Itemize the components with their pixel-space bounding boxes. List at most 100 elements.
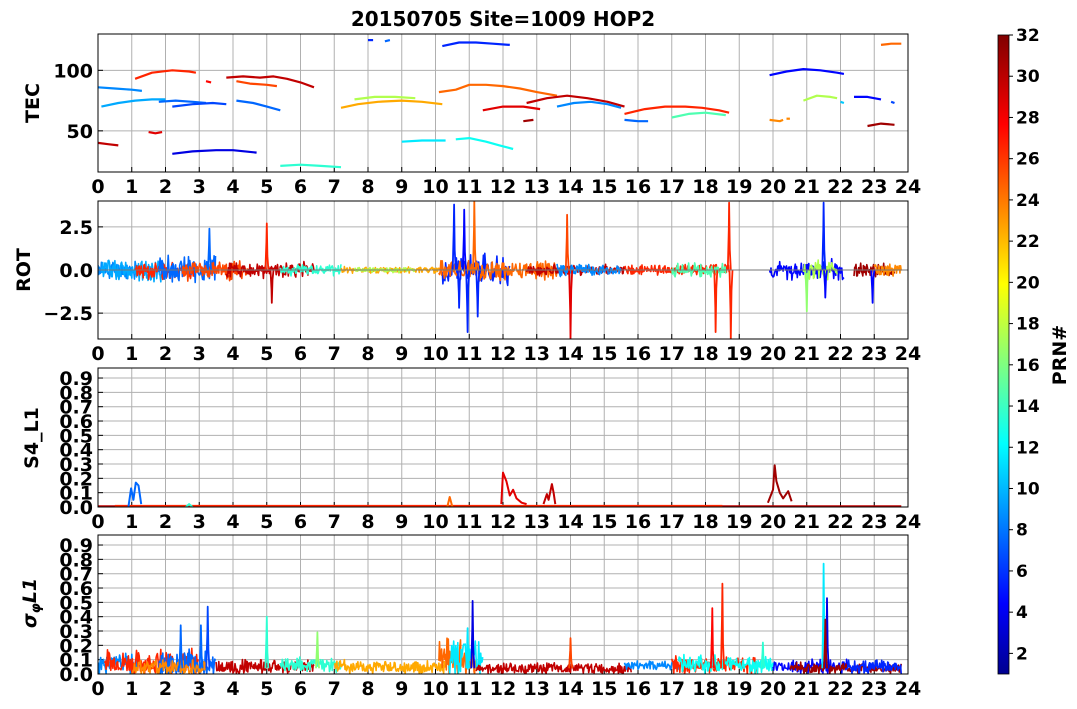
x-tick-label: 13 (524, 176, 550, 198)
colorbar-gradient (997, 34, 1010, 675)
x-tick-label: 6 (294, 176, 307, 198)
prn-colorbar: 2468101214161820222426283032 PRN# (997, 26, 1071, 675)
x-tick-label: 8 (361, 678, 374, 700)
colorbar-tick-label: 24 (1016, 191, 1040, 211)
x-tick-label: 20 (760, 511, 786, 533)
x-tick-label: 0 (91, 343, 104, 365)
x-tick-label: 19 (726, 343, 752, 365)
x-tick-label: 23 (861, 678, 887, 700)
x-tick-label: 14 (557, 343, 583, 365)
colorbar-label: PRN# (1049, 325, 1071, 385)
x-tick-label: 21 (794, 343, 820, 365)
y-tick-label: 0.9 (59, 368, 93, 390)
x-tick-label: 3 (193, 678, 206, 700)
x-tick-label: 19 (726, 176, 752, 198)
x-tick-label: 0 (91, 678, 104, 700)
colorbar-tick-label: 16 (1016, 356, 1040, 376)
x-tick-label: 8 (361, 343, 374, 365)
x-tick-label: 24 (895, 176, 921, 198)
y-tick-label: 0.9 (59, 535, 93, 557)
x-tick-label: 24 (895, 343, 921, 365)
x-tick-label: 12 (490, 678, 516, 700)
x-tick-label: 19 (726, 678, 752, 700)
x-tick-label: 4 (226, 343, 239, 365)
x-tick-label: 7 (328, 176, 341, 198)
x-tick-label: 4 (226, 511, 239, 533)
x-tick-label: 15 (591, 176, 617, 198)
x-tick-label: 2 (159, 511, 172, 533)
x-tick-label: 12 (490, 511, 516, 533)
x-tick-label: 2 (159, 678, 172, 700)
x-tick-label: 3 (193, 511, 206, 533)
prn-7-line (890, 100, 895, 105)
y-axis-label: TEC (22, 83, 44, 123)
x-tick-label: 16 (625, 511, 651, 533)
x-tick-label: 15 (591, 511, 617, 533)
x-tick-label: 11 (456, 343, 482, 365)
prn-12-line (401, 139, 446, 143)
x-tick-label: 23 (861, 511, 887, 533)
colorbar-tick-label: 6 (1016, 562, 1028, 582)
x-tick-label: 13 (524, 343, 550, 365)
x-tick-label: 5 (260, 343, 273, 365)
chart-title: 20150705 Site=1009 HOP2 (351, 7, 655, 31)
colorbar-tick-label: 32 (1016, 26, 1040, 46)
colorbar-tick-label: 8 (1016, 521, 1028, 541)
colorbar-tick-label: 30 (1016, 67, 1040, 87)
y-axis-label: ROT (13, 248, 35, 292)
colorbar-tick-label: 28 (1016, 108, 1040, 128)
x-tick-label: 2 (159, 176, 172, 198)
x-tick-label: 11 (456, 678, 482, 700)
x-tick-label: 22 (827, 511, 853, 533)
x-tick-label: 12 (490, 343, 516, 365)
prn-24-line (769, 118, 784, 123)
x-tick-label: 18 (692, 678, 718, 700)
prn-31-line (523, 118, 534, 123)
x-tick-label: 9 (395, 511, 408, 533)
colorbar-tick-label: 10 (1016, 479, 1040, 499)
x-tick-label: 5 (260, 678, 273, 700)
y-tick-label: 0.0 (59, 260, 93, 282)
colorbar-tick-label: 20 (1016, 273, 1040, 293)
colorbar-tick-label: 26 (1016, 150, 1040, 170)
x-tick-label: 17 (659, 678, 685, 700)
x-tick-label: 2 (159, 343, 172, 365)
x-tick-label: 5 (260, 511, 273, 533)
x-tick-label: 3 (193, 176, 206, 198)
x-tick-label: 22 (827, 678, 853, 700)
prn-25-line (880, 42, 902, 46)
prn-29-line (148, 131, 163, 135)
x-tick-label: 3 (193, 343, 206, 365)
colorbar-tick-label: 12 (1016, 438, 1040, 458)
x-tick-label: 24 (895, 511, 921, 533)
x-tick-label: 7 (328, 678, 341, 700)
colorbar-tick-label: 2 (1016, 644, 1028, 664)
x-tick-label: 11 (456, 176, 482, 198)
y-axis-label: S4_L1 (21, 407, 43, 469)
x-tick-label: 22 (827, 176, 853, 198)
x-tick-label: 24 (895, 678, 921, 700)
x-tick-label: 10 (422, 176, 448, 198)
x-tick-label: 8 (361, 176, 374, 198)
colorbar-tick-label: 14 (1016, 397, 1040, 417)
x-tick-label: 16 (625, 678, 651, 700)
x-tick-label: 4 (226, 176, 239, 198)
x-tick-label: 11 (456, 511, 482, 533)
x-tick-label: 14 (557, 511, 583, 533)
x-tick-label: 6 (294, 511, 307, 533)
x-tick-label: 15 (591, 343, 617, 365)
prn-28-line (205, 80, 212, 84)
x-tick-label: 16 (625, 343, 651, 365)
x-tick-label: 13 (524, 678, 550, 700)
x-tick-label: 0 (91, 511, 104, 533)
s4-panel: 0 1 2 3 4 5 6 7 8 9 10 11 12 13 14 15 16 17 18 19 20 21 22 23 24… (21, 367, 921, 533)
x-tick-label: 16 (625, 176, 651, 198)
x-tick-label: 9 (395, 343, 408, 365)
x-tick-label: 18 (692, 343, 718, 365)
x-tick-label: 5 (260, 176, 273, 198)
x-tick-label: 19 (726, 511, 752, 533)
x-tick-label: 7 (328, 343, 341, 365)
x-tick-label: 21 (794, 511, 820, 533)
x-tick-label: 23 (861, 176, 887, 198)
prn-8-line (384, 39, 391, 43)
